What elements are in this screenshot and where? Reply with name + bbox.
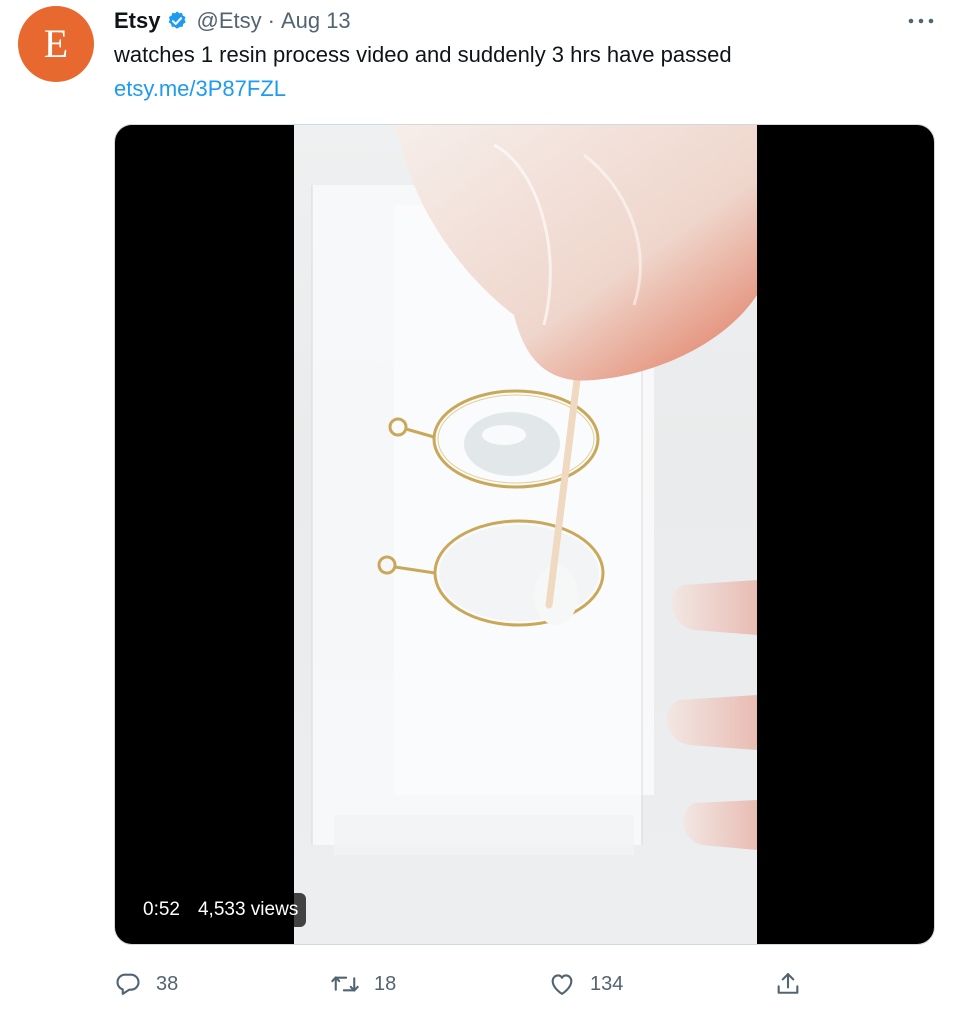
video-duration: 0:52 (143, 899, 180, 920)
retweet-count: 18 (374, 972, 397, 995)
author-name[interactable]: Etsy (114, 8, 160, 34)
share-button[interactable] (774, 962, 802, 1006)
retweet-button[interactable]: 18 (330, 962, 396, 1006)
heart-icon (551, 974, 573, 995)
more-options-button[interactable] (904, 8, 938, 34)
tweet-date[interactable]: Aug 13 (281, 8, 351, 34)
video-frame (294, 125, 757, 944)
avatar[interactable]: E (18, 6, 94, 82)
verified-badge-icon (166, 10, 188, 32)
like-count: 134 (590, 972, 624, 995)
video-player[interactable]: 0:52 4,533 views (114, 124, 935, 945)
retweet-icon (331, 976, 359, 992)
reply-button[interactable]: 38 (114, 962, 178, 1006)
reply-icon (116, 973, 140, 995)
tweet-card: E Etsy @Etsy · Aug 13 watches 1 resin pr… (0, 0, 959, 1024)
like-button[interactable]: 134 (548, 962, 623, 1006)
tweet-text: watches 1 resin process video and sudden… (114, 42, 732, 67)
more-dots-icon (908, 18, 934, 24)
video-thumbnail-image (311, 125, 757, 855)
share-icon (777, 973, 799, 994)
video-views: 4,533 views (197, 899, 299, 920)
separator-dot: · (267, 8, 275, 33)
reply-count: 38 (156, 972, 179, 995)
tweet-header: Etsy @Etsy · Aug 13 (114, 6, 351, 36)
video-stats-badge: 0:52 4,533 views (135, 893, 307, 927)
tweet-link[interactable]: etsy.me/3P87FZL (114, 76, 286, 102)
tweet-actions: 38 18 134 (114, 962, 814, 1006)
avatar-letter: E (43, 21, 69, 66)
author-handle[interactable]: @Etsy (196, 8, 261, 34)
